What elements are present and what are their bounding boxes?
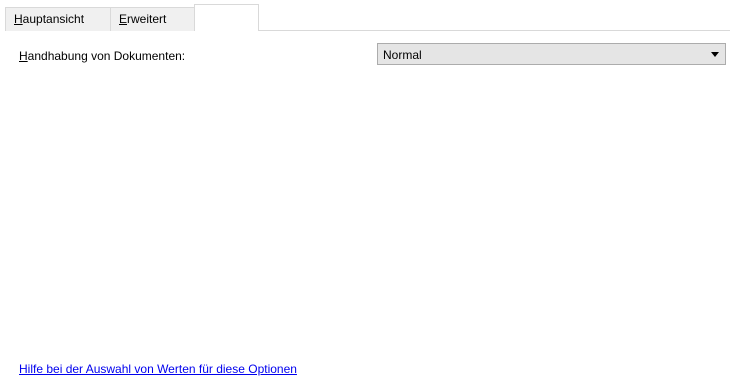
tab-active-unlabeled[interactable]: [194, 4, 259, 31]
document-handling-selected-value: Normal: [383, 48, 422, 62]
settings-panel: Hauptansicht Erweitert Handhabung von Do…: [0, 0, 730, 388]
document-handling-dropdown[interactable]: Normal: [377, 43, 726, 65]
tab-erweitert-mnemonic: E: [119, 12, 128, 26]
document-handling-label: Handhabung von Dokumenten:: [19, 49, 185, 63]
dropdown-arrow-icon: [711, 52, 719, 57]
tab-hauptansicht[interactable]: Hauptansicht: [5, 7, 111, 31]
tab-erweitert[interactable]: Erweitert: [111, 7, 195, 31]
help-link[interactable]: Hilfe bei der Auswahl von Werten für die…: [19, 362, 297, 376]
tab-hauptansicht-mnemonic: H: [14, 12, 23, 26]
tab-divider-line: [258, 30, 730, 31]
document-handling-label-mnemonic: H: [19, 49, 28, 63]
tab-hauptansicht-label: auptansicht: [22, 12, 85, 26]
tab-strip: Hauptansicht Erweitert: [0, 0, 730, 31]
document-handling-label-text: andhabung von Dokumenten:: [27, 49, 186, 63]
tab-erweitert-label: rweitert: [127, 12, 167, 26]
